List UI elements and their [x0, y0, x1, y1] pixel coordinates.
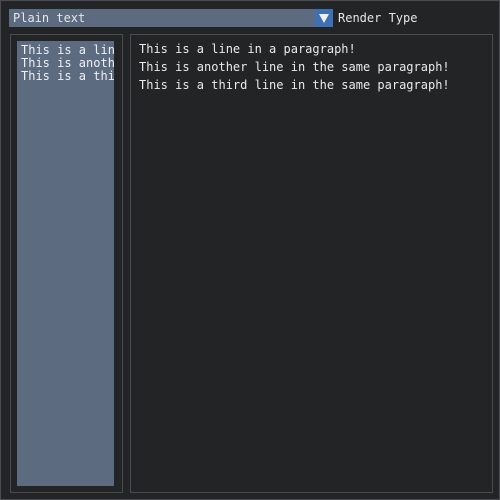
render-type-label: Render Type [338, 11, 418, 25]
narrow-preview-pane: This is a line in a paragraph! This is a… [10, 34, 123, 493]
narrow-preview-lines: This is a line in a paragraph! This is a… [17, 41, 114, 83]
wide-preview-line: This is another line in the same paragra… [139, 60, 450, 74]
narrow-preview-text-area: This is a line in a paragraph! This is a… [17, 41, 114, 486]
wide-preview-lines: This is a line in a paragraph! This is a… [131, 35, 492, 94]
render-type-combo[interactable]: Plain text [9, 9, 333, 27]
triangle-down-icon [319, 13, 329, 23]
wide-preview-line: This is a line in a paragraph! [139, 42, 356, 56]
combo-arrow-button[interactable] [315, 9, 333, 27]
wide-preview-pane: This is a line in a paragraph! This is a… [130, 34, 493, 493]
narrow-preview-line: This is a third line in the same paragra… [21, 69, 114, 83]
wide-preview-line: This is a third line in the same paragra… [139, 78, 450, 92]
main-window: Plain text Render Type This is a line in… [0, 0, 500, 500]
render-type-value[interactable]: Plain text [9, 9, 315, 27]
